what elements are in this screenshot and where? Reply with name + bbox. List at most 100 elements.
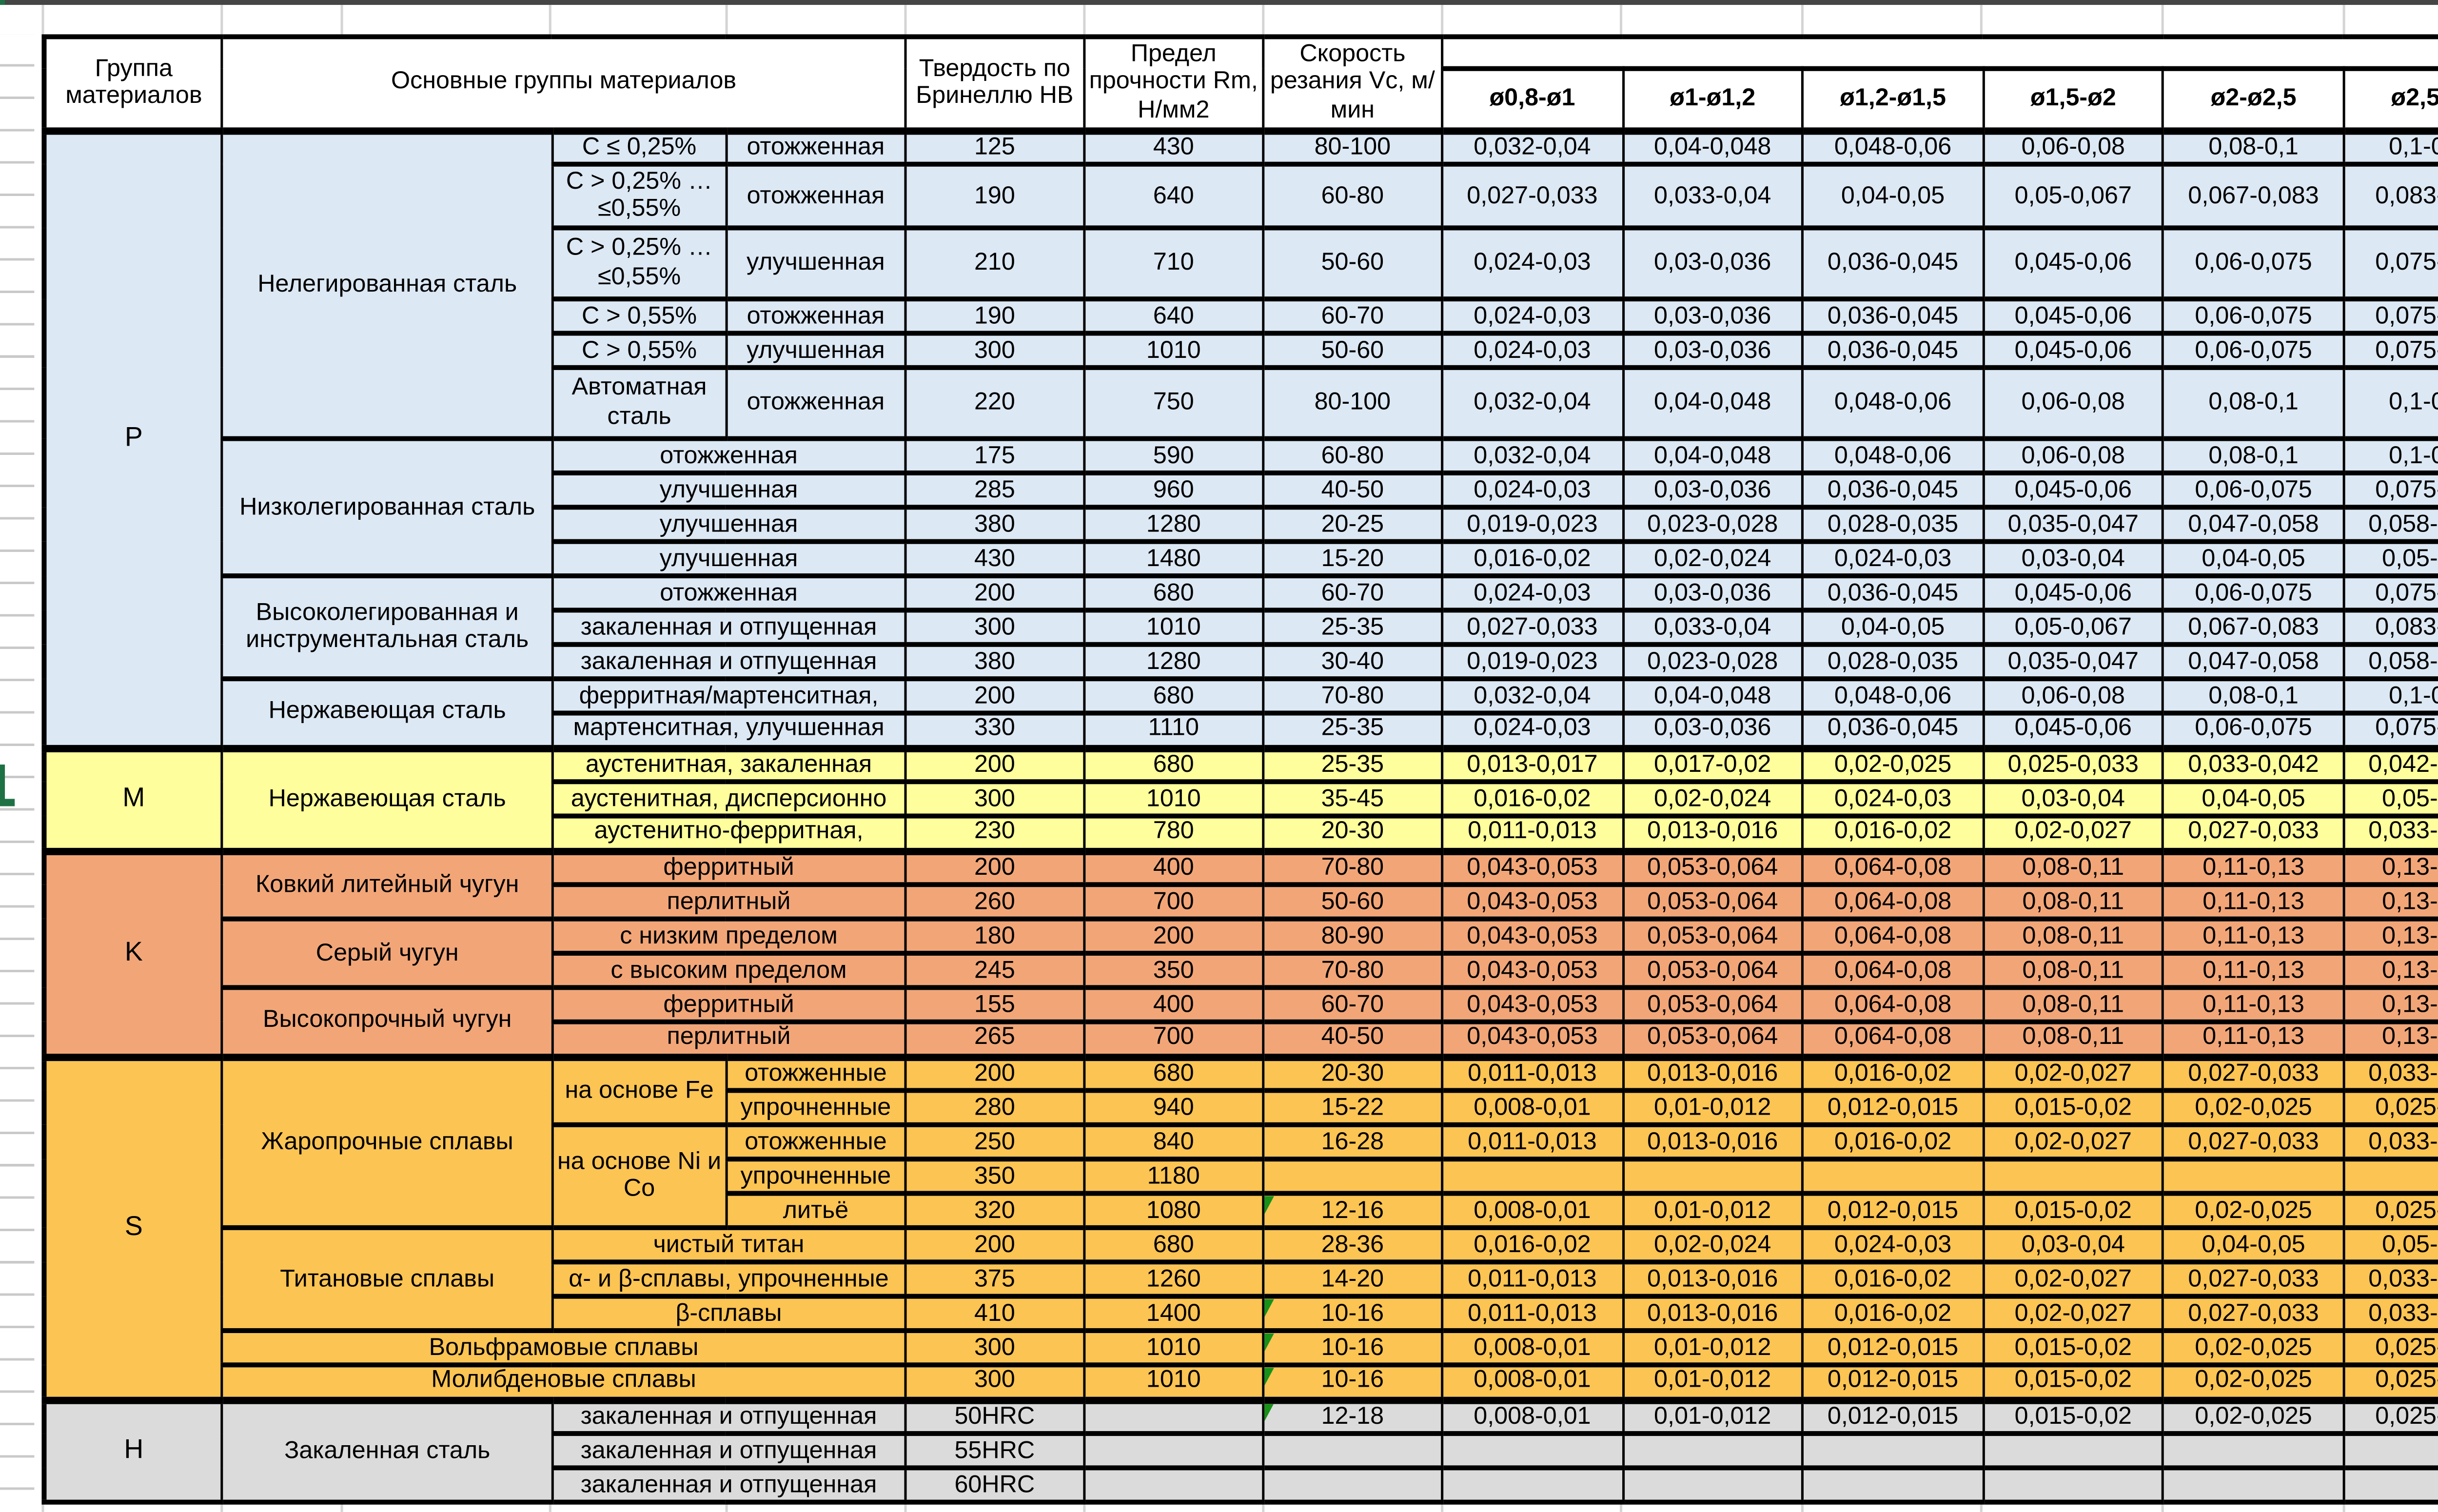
vc-cell[interactable]: 40-50 [1263,473,1442,508]
feed-value-cell[interactable]: 0,025-0,04 [2343,1091,2438,1125]
diameter-header[interactable]: ø1-ø1,2 [1622,70,1803,130]
feed-value-cell[interactable]: 0,075-0,12 [2343,576,2438,610]
feed-value-cell[interactable] [2343,1434,2438,1468]
material-label[interactable]: Серый чугун [222,920,552,988]
feed-value-cell[interactable] [2163,1434,2344,1468]
material-label[interactable]: C > 0,55% [552,299,727,334]
material-label[interactable]: отожженные [727,1057,905,1091]
vc-cell[interactable]: 10-16 [1263,1331,1442,1365]
feed-value-cell[interactable]: 0,033-0,053 [2343,1262,2438,1296]
material-label[interactable]: Жаропрочные сплавы [222,1057,552,1228]
vc-cell[interactable]: 15-20 [1263,542,1442,576]
diameter-header[interactable]: ø1,2-ø1,5 [1803,70,1983,130]
feed-value-cell[interactable]: 0,036-0,045 [1803,299,1983,334]
header-hardness[interactable]: Твердость по Бринеллю HB [905,38,1084,130]
feed-value-cell[interactable]: 0,045-0,06 [1983,713,2163,747]
feed-value-cell[interactable]: 0,03-0,04 [1983,1228,2163,1262]
vc-cell[interactable]: 25-35 [1263,713,1442,747]
hb-cell[interactable]: 125 [905,130,1084,164]
feed-value-cell[interactable]: 0,027-0,033 [2163,1057,2344,1091]
material-label[interactable]: отожженная [727,368,905,439]
feed-value-cell[interactable]: 0,043-0,053 [1442,988,1623,1022]
header-group[interactable]: Группа материалов [44,38,222,130]
feed-value-cell[interactable]: 0,02-0,027 [1983,1057,2163,1091]
rm-cell[interactable]: 680 [1084,679,1263,713]
feed-value-cell[interactable]: 0,016-0,02 [1803,1125,1983,1159]
feed-value-cell[interactable]: 0,024-0,03 [1442,228,1623,299]
hb-cell[interactable]: 230 [905,816,1084,850]
feed-value-cell[interactable]: 0,06-0,08 [1983,679,2163,713]
feed-value-cell[interactable]: 0,008-0,01 [1442,1331,1623,1365]
feed-value-cell[interactable]: 0,008-0,01 [1442,1365,1623,1399]
feed-value-cell[interactable]: 0,075-0,12 [2343,713,2438,747]
material-label[interactable]: отожженные [727,1125,905,1159]
rm-cell[interactable]: 680 [1084,1228,1263,1262]
feed-value-cell[interactable]: 0,012-0,015 [1803,1194,1983,1228]
hb-cell[interactable]: 55HRC [905,1434,1084,1468]
feed-value-cell[interactable]: 0,023-0,028 [1622,645,1803,679]
feed-value-cell[interactable]: 0,012-0,015 [1803,1331,1983,1365]
feed-value-cell[interactable]: 0,024-0,03 [1442,576,1623,610]
group-cell[interactable]: K [44,851,222,1057]
material-label[interactable]: улучшенная [552,508,905,542]
rm-cell[interactable]: 350 [1084,954,1263,988]
material-label[interactable]: отожженная [727,165,905,229]
material-label[interactable]: Нелегированная сталь [222,130,552,439]
feed-value-cell[interactable]: 0,019-0,023 [1442,508,1623,542]
feed-value-cell[interactable]: 0,04-0,048 [1622,130,1803,164]
rm-cell[interactable]: 1110 [1084,713,1263,747]
hb-cell[interactable]: 175 [905,439,1084,473]
header-feed[interactable]: Подача Fn, мм/об [1442,38,2438,70]
feed-value-cell[interactable]: 0,05-0,067 [1983,165,2163,229]
feed-value-cell[interactable]: 0,033-0,053 [2343,1125,2438,1159]
feed-value-cell[interactable]: 0,064-0,08 [1803,988,1983,1022]
feed-value-cell[interactable]: 0,05-0,067 [1983,610,2163,645]
feed-value-cell[interactable]: 0,027-0,033 [2163,1262,2344,1296]
vc-cell[interactable]: 80-100 [1263,368,1442,439]
feed-value-cell[interactable]: 0,11-0,13 [2163,920,2344,954]
feed-value-cell[interactable]: 0,1-0,16 [2343,368,2438,439]
vc-cell[interactable]: 25-35 [1263,748,1442,782]
feed-value-cell[interactable]: 0,023-0,028 [1622,508,1803,542]
feed-value-cell[interactable]: 0,033-0,053 [2343,1057,2438,1091]
feed-value-cell[interactable]: 0,011-0,013 [1442,1262,1623,1296]
feed-value-cell[interactable]: 0,064-0,08 [1803,1022,1983,1057]
feed-value-cell[interactable]: 0,027-0,033 [2163,816,2344,850]
rm-cell[interactable]: 700 [1084,885,1263,919]
material-label[interactable]: β-сплавы [552,1296,905,1331]
feed-value-cell[interactable]: 0,06-0,075 [2163,576,2344,610]
material-label[interactable]: Закаленная сталь [222,1400,552,1503]
vc-cell[interactable]: 30-40 [1263,645,1442,679]
material-label[interactable]: упрочненные [727,1091,905,1125]
feed-value-cell[interactable]: 0,012-0,015 [1803,1091,1983,1125]
hb-cell[interactable]: 155 [905,988,1084,1022]
feed-value-cell[interactable]: 0,013-0,016 [1622,1057,1803,1091]
feed-value-cell[interactable]: 0,064-0,08 [1803,851,1983,885]
material-label[interactable]: улучшенная [727,334,905,368]
material-label[interactable]: перлитный [552,885,905,919]
vc-cell[interactable]: 70-80 [1263,679,1442,713]
feed-value-cell[interactable]: 0,11-0,13 [2163,1022,2344,1057]
feed-value-cell[interactable]: 0,064-0,08 [1803,954,1983,988]
feed-value-cell[interactable]: 0,036-0,045 [1803,473,1983,508]
material-label[interactable]: ферритный [552,851,905,885]
material-label[interactable]: Вольфрамовые сплавы [222,1331,905,1365]
material-label[interactable]: C > 0,25% … ≤0,55% [552,228,727,299]
material-label[interactable]: C > 0,55% [552,334,727,368]
rm-cell[interactable]: 1010 [1084,782,1263,816]
vc-cell[interactable]: 20-30 [1263,816,1442,850]
feed-value-cell[interactable]: 0,01-0,012 [1622,1400,1803,1434]
rm-cell[interactable] [1084,1468,1263,1502]
feed-value-cell[interactable] [2343,1468,2438,1502]
feed-value-cell[interactable]: 0,053-0,064 [1622,1022,1803,1057]
feed-value-cell[interactable]: 0,048-0,06 [1803,439,1983,473]
vc-cell[interactable]: 70-80 [1263,851,1442,885]
feed-value-cell[interactable]: 0,067-0,083 [2163,165,2344,229]
feed-value-cell[interactable]: 0,015-0,02 [1983,1331,2163,1365]
feed-value-cell[interactable] [2343,1159,2438,1194]
material-label[interactable]: Титановые сплавы [222,1228,552,1331]
feed-value-cell[interactable]: 0,075-0,12 [2343,228,2438,299]
feed-value-cell[interactable]: 0,053-0,064 [1622,851,1803,885]
hb-cell[interactable]: 180 [905,920,1084,954]
hb-cell[interactable]: 200 [905,576,1084,610]
